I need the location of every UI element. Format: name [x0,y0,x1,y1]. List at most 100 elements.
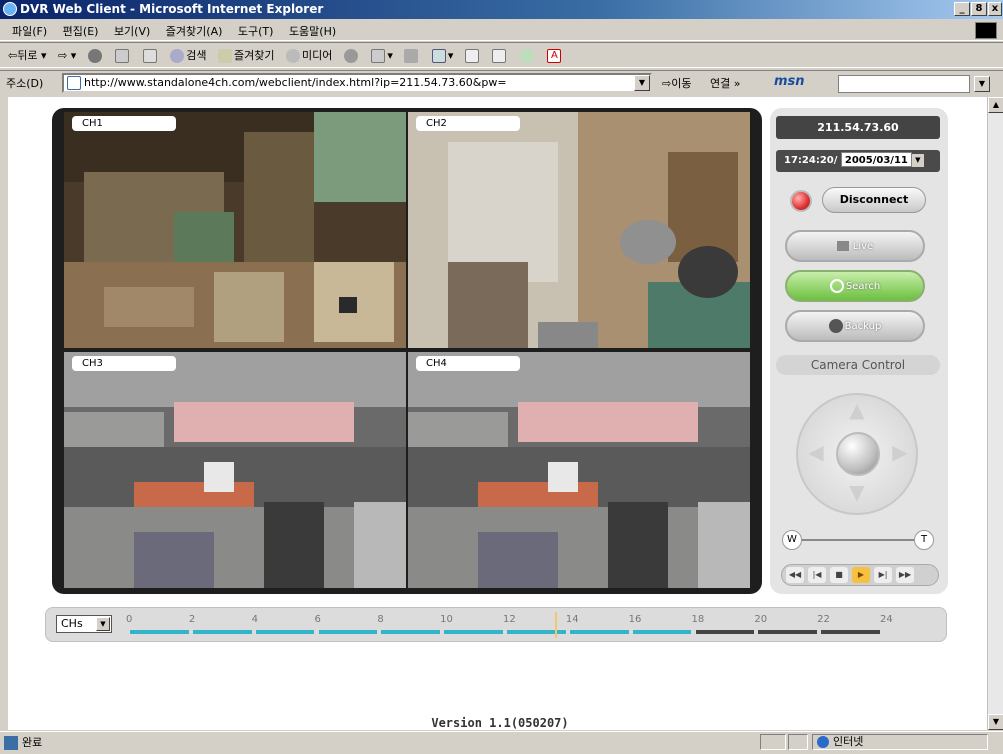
camera-label-ch1: CH1 [72,116,176,131]
pan-left-button[interactable]: ◀ [804,440,828,464]
timeline-segment[interactable] [444,630,503,634]
clock-icon [829,279,844,293]
timeline-segment[interactable] [192,630,252,634]
timeline-segment[interactable] [318,630,378,634]
minimize-button[interactable]: _ [954,2,970,16]
ptz-center-button[interactable] [836,432,880,476]
menu-file[interactable]: 파일(F) [6,19,53,40]
play-button[interactable]: ▶ [852,567,870,583]
media-label: 미디어 [301,49,333,62]
channel-select[interactable]: CHs ▼ [56,615,112,633]
zoom-slider[interactable]: W T [782,530,934,552]
camera-view-ch2[interactable]: CH2 [408,112,750,348]
favorites-button[interactable]: 즐겨찾기 [214,47,278,65]
stop-playback-button[interactable]: ■ [830,567,848,583]
page-done-icon [4,736,18,750]
disconnect-button[interactable]: Disconnect [822,187,926,213]
menu-favorites[interactable]: 즐겨찾기(A) [160,19,229,40]
channel-select-dropdown[interactable]: ▼ [96,617,110,631]
camera-panel: CH1 CH2 CH3 CH4 [52,108,762,594]
live-button[interactable]: Live [785,230,925,262]
search-button[interactable]: 검색 [166,47,210,65]
links-button[interactable]: 연결 » [710,75,740,91]
timeline-hour-6: 6 [314,614,321,625]
playback-controls: ◀◀ |◀ ■ ▶ ▶| ▶▶ [781,564,939,586]
fast-forward-button[interactable]: ▶▶ [896,567,914,583]
timeline-segment[interactable] [255,630,315,634]
date-dropdown-button[interactable]: ▼ [911,154,924,167]
live-label: Live [852,241,874,252]
zoom-tele-button[interactable]: T [914,530,934,550]
back-button[interactable]: ⇦뒤로 ▾ [4,47,51,65]
favorites-label: 즐겨찾기 [234,49,275,62]
address-input[interactable]: http://www.standalone4ch.com/webclient/i… [62,73,652,93]
msn-search-input[interactable] [838,75,970,93]
refresh-button[interactable] [111,47,135,65]
live-camera-icon [836,241,849,251]
camera-view-ch4[interactable]: CH4 [408,352,750,588]
pan-right-button[interactable]: ▶ [888,440,912,464]
camera-view-ch1[interactable]: CH1 [64,112,406,348]
timeline-segment[interactable] [130,630,189,634]
timeline-segment[interactable] [632,630,692,634]
messenger-button[interactable] [516,47,540,65]
menu-view[interactable]: 보기(V) [108,19,156,40]
vertical-scrollbar[interactable]: ▲ ▼ [987,97,1003,730]
timeline-hour-12: 12 [503,614,516,625]
address-dropdown-button[interactable]: ▼ [634,75,650,91]
tilt-down-button[interactable]: ▼ [845,480,869,504]
camera-view-ch3[interactable]: CH3 [64,352,406,588]
scroll-down-button[interactable]: ▼ [988,714,1003,730]
scroll-up-button[interactable]: ▲ [988,97,1003,113]
fast-rewind-button[interactable]: ◀◀ [786,567,804,583]
go-button[interactable]: ⇨이동 [662,75,691,91]
date-picker[interactable]: 2005/03/11 [840,152,912,167]
history-button[interactable] [340,47,364,65]
timeline-segment[interactable] [758,630,818,634]
discuss-icon [464,49,479,63]
edit-button[interactable]: ▾ [428,47,458,65]
menu-tools[interactable]: 도구(T) [232,19,280,40]
pdf-button[interactable]: A [543,47,567,65]
history-icon [343,49,358,63]
control-panel [770,108,948,594]
zoom-wide-button[interactable]: W [782,530,802,550]
zoom-track [800,539,916,541]
search-mode-label: Search [845,281,881,292]
maximize-button[interactable]: 8 [971,2,987,16]
msn-dropdown-button[interactable]: ▼ [974,76,990,92]
menu-edit[interactable]: 편집(E) [57,19,105,40]
page-icon [67,76,81,90]
forward-button[interactable]: ⇨ ▾ [54,47,80,65]
timeline-hour-24: 24 [880,614,893,625]
search-mode-button[interactable]: Search [785,270,925,302]
media-button[interactable]: 미디어 [282,47,336,65]
status-panel-2 [788,734,808,750]
timeline-segment[interactable] [695,630,755,634]
folder-button[interactable] [488,47,512,65]
msn-button[interactable]: msn [774,74,805,89]
search-icon [170,49,185,63]
timeline-bar [45,607,947,642]
camera-label-ch3: CH3 [72,356,176,371]
timeline-segment[interactable] [569,630,629,634]
discuss-button[interactable] [461,47,485,65]
step-forward-button[interactable]: ▶| [874,567,892,583]
stop-button[interactable] [84,47,108,65]
tilt-up-button[interactable]: ▲ [845,398,869,422]
home-button[interactable] [139,47,163,65]
mail-button[interactable]: ▾ [367,47,397,65]
timeline-segment[interactable] [381,630,441,634]
step-back-button[interactable]: |◀ [808,567,826,583]
timeline-cursor[interactable] [555,612,558,638]
print-button[interactable] [400,47,424,65]
close-button[interactable]: x [988,2,1002,16]
timeline-hour-10: 10 [440,614,453,625]
toolbar: ⇦뒤로 ▾ ⇨ ▾ 검색 즐겨찾기 미디어 ▾ ▾ A [0,42,1003,68]
menu-help[interactable]: 도움말(H) [283,19,342,40]
connection-status-led [790,190,812,212]
favorites-icon [218,49,232,63]
timeline-segment[interactable] [821,630,880,634]
go-arrow-icon: ⇨ [662,77,672,90]
backup-button[interactable]: Backup [785,310,925,342]
